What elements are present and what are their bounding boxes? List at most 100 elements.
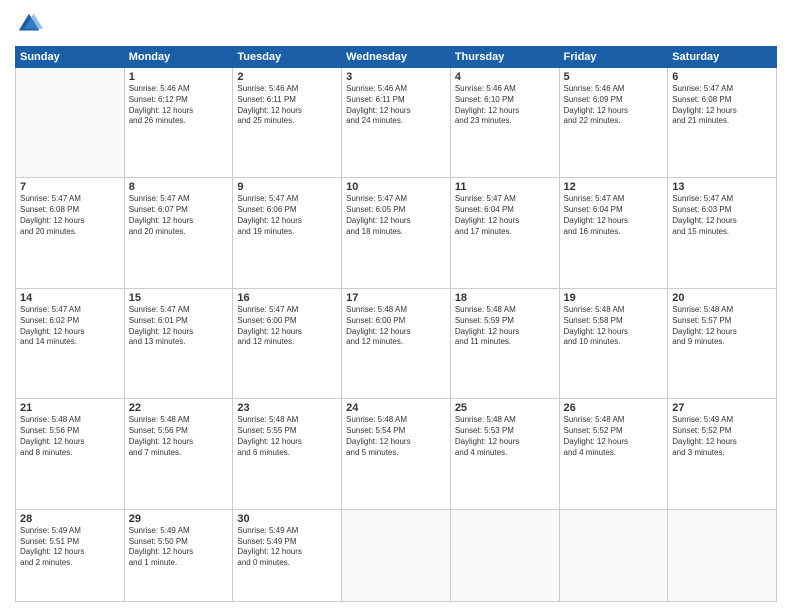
logo-icon xyxy=(15,10,43,38)
day-number: 1 xyxy=(129,71,229,83)
calendar-cell: 14Sunrise: 5:47 AM Sunset: 6:02 PM Dayli… xyxy=(16,288,125,398)
cell-sun-info: Sunrise: 5:47 AM Sunset: 6:00 PM Dayligh… xyxy=(237,305,337,348)
calendar-cell: 12Sunrise: 5:47 AM Sunset: 6:04 PM Dayli… xyxy=(559,178,668,288)
day-number: 7 xyxy=(20,181,120,193)
header xyxy=(15,10,777,38)
day-number: 13 xyxy=(672,181,772,193)
day-number: 2 xyxy=(237,71,337,83)
day-number: 17 xyxy=(346,292,446,304)
weekday-header: Sunday xyxy=(16,47,125,68)
day-number: 8 xyxy=(129,181,229,193)
calendar-cell: 18Sunrise: 5:48 AM Sunset: 5:59 PM Dayli… xyxy=(450,288,559,398)
calendar-cell xyxy=(342,509,451,601)
day-number: 3 xyxy=(346,71,446,83)
weekday-header: Tuesday xyxy=(233,47,342,68)
cell-sun-info: Sunrise: 5:49 AM Sunset: 5:49 PM Dayligh… xyxy=(237,526,337,569)
cell-sun-info: Sunrise: 5:47 AM Sunset: 6:06 PM Dayligh… xyxy=(237,194,337,237)
calendar-cell xyxy=(16,68,125,178)
cell-sun-info: Sunrise: 5:49 AM Sunset: 5:52 PM Dayligh… xyxy=(672,415,772,458)
calendar-cell: 1Sunrise: 5:46 AM Sunset: 6:12 PM Daylig… xyxy=(124,68,233,178)
cell-sun-info: Sunrise: 5:47 AM Sunset: 6:08 PM Dayligh… xyxy=(20,194,120,237)
cell-sun-info: Sunrise: 5:47 AM Sunset: 6:01 PM Dayligh… xyxy=(129,305,229,348)
calendar-cell: 28Sunrise: 5:49 AM Sunset: 5:51 PM Dayli… xyxy=(16,509,125,601)
day-number: 28 xyxy=(20,513,120,525)
calendar-cell: 10Sunrise: 5:47 AM Sunset: 6:05 PM Dayli… xyxy=(342,178,451,288)
calendar-cell: 7Sunrise: 5:47 AM Sunset: 6:08 PM Daylig… xyxy=(16,178,125,288)
calendar-row: 14Sunrise: 5:47 AM Sunset: 6:02 PM Dayli… xyxy=(16,288,777,398)
cell-sun-info: Sunrise: 5:48 AM Sunset: 5:54 PM Dayligh… xyxy=(346,415,446,458)
calendar-cell: 17Sunrise: 5:48 AM Sunset: 6:00 PM Dayli… xyxy=(342,288,451,398)
cell-sun-info: Sunrise: 5:48 AM Sunset: 6:00 PM Dayligh… xyxy=(346,305,446,348)
weekday-header: Wednesday xyxy=(342,47,451,68)
calendar-cell: 22Sunrise: 5:48 AM Sunset: 5:56 PM Dayli… xyxy=(124,399,233,509)
day-number: 24 xyxy=(346,402,446,414)
calendar-cell: 4Sunrise: 5:46 AM Sunset: 6:10 PM Daylig… xyxy=(450,68,559,178)
day-number: 9 xyxy=(237,181,337,193)
page: SundayMondayTuesdayWednesdayThursdayFrid… xyxy=(0,0,792,612)
cell-sun-info: Sunrise: 5:48 AM Sunset: 5:56 PM Dayligh… xyxy=(20,415,120,458)
calendar-row: 28Sunrise: 5:49 AM Sunset: 5:51 PM Dayli… xyxy=(16,509,777,601)
cell-sun-info: Sunrise: 5:47 AM Sunset: 6:05 PM Dayligh… xyxy=(346,194,446,237)
cell-sun-info: Sunrise: 5:48 AM Sunset: 5:52 PM Dayligh… xyxy=(564,415,664,458)
day-number: 12 xyxy=(564,181,664,193)
calendar-cell xyxy=(450,509,559,601)
calendar-cell: 11Sunrise: 5:47 AM Sunset: 6:04 PM Dayli… xyxy=(450,178,559,288)
calendar-cell xyxy=(668,509,777,601)
day-number: 25 xyxy=(455,402,555,414)
day-number: 15 xyxy=(129,292,229,304)
day-number: 10 xyxy=(346,181,446,193)
cell-sun-info: Sunrise: 5:48 AM Sunset: 5:58 PM Dayligh… xyxy=(564,305,664,348)
calendar-table: SundayMondayTuesdayWednesdayThursdayFrid… xyxy=(15,46,777,602)
day-number: 4 xyxy=(455,71,555,83)
day-number: 29 xyxy=(129,513,229,525)
calendar-cell: 26Sunrise: 5:48 AM Sunset: 5:52 PM Dayli… xyxy=(559,399,668,509)
cell-sun-info: Sunrise: 5:47 AM Sunset: 6:02 PM Dayligh… xyxy=(20,305,120,348)
calendar-cell: 13Sunrise: 5:47 AM Sunset: 6:03 PM Dayli… xyxy=(668,178,777,288)
calendar-cell: 23Sunrise: 5:48 AM Sunset: 5:55 PM Dayli… xyxy=(233,399,342,509)
weekday-header: Friday xyxy=(559,47,668,68)
calendar-cell: 6Sunrise: 5:47 AM Sunset: 6:08 PM Daylig… xyxy=(668,68,777,178)
calendar-cell: 30Sunrise: 5:49 AM Sunset: 5:49 PM Dayli… xyxy=(233,509,342,601)
day-number: 11 xyxy=(455,181,555,193)
day-number: 19 xyxy=(564,292,664,304)
calendar-cell: 29Sunrise: 5:49 AM Sunset: 5:50 PM Dayli… xyxy=(124,509,233,601)
calendar-cell: 27Sunrise: 5:49 AM Sunset: 5:52 PM Dayli… xyxy=(668,399,777,509)
cell-sun-info: Sunrise: 5:48 AM Sunset: 5:56 PM Dayligh… xyxy=(129,415,229,458)
cell-sun-info: Sunrise: 5:46 AM Sunset: 6:12 PM Dayligh… xyxy=(129,84,229,127)
day-number: 23 xyxy=(237,402,337,414)
cell-sun-info: Sunrise: 5:46 AM Sunset: 6:10 PM Dayligh… xyxy=(455,84,555,127)
cell-sun-info: Sunrise: 5:47 AM Sunset: 6:08 PM Dayligh… xyxy=(672,84,772,127)
calendar-cell: 2Sunrise: 5:46 AM Sunset: 6:11 PM Daylig… xyxy=(233,68,342,178)
day-number: 5 xyxy=(564,71,664,83)
logo xyxy=(15,10,47,38)
cell-sun-info: Sunrise: 5:47 AM Sunset: 6:03 PM Dayligh… xyxy=(672,194,772,237)
day-number: 21 xyxy=(20,402,120,414)
day-number: 30 xyxy=(237,513,337,525)
calendar-cell: 24Sunrise: 5:48 AM Sunset: 5:54 PM Dayli… xyxy=(342,399,451,509)
cell-sun-info: Sunrise: 5:46 AM Sunset: 6:09 PM Dayligh… xyxy=(564,84,664,127)
calendar-cell: 15Sunrise: 5:47 AM Sunset: 6:01 PM Dayli… xyxy=(124,288,233,398)
calendar-cell: 16Sunrise: 5:47 AM Sunset: 6:00 PM Dayli… xyxy=(233,288,342,398)
day-number: 20 xyxy=(672,292,772,304)
weekday-header: Thursday xyxy=(450,47,559,68)
weekday-header: Monday xyxy=(124,47,233,68)
calendar-cell: 19Sunrise: 5:48 AM Sunset: 5:58 PM Dayli… xyxy=(559,288,668,398)
calendar-cell: 21Sunrise: 5:48 AM Sunset: 5:56 PM Dayli… xyxy=(16,399,125,509)
calendar-cell xyxy=(559,509,668,601)
day-number: 26 xyxy=(564,402,664,414)
calendar-header-row: SundayMondayTuesdayWednesdayThursdayFrid… xyxy=(16,47,777,68)
calendar-row: 1Sunrise: 5:46 AM Sunset: 6:12 PM Daylig… xyxy=(16,68,777,178)
cell-sun-info: Sunrise: 5:48 AM Sunset: 5:55 PM Dayligh… xyxy=(237,415,337,458)
day-number: 6 xyxy=(672,71,772,83)
cell-sun-info: Sunrise: 5:49 AM Sunset: 5:51 PM Dayligh… xyxy=(20,526,120,569)
cell-sun-info: Sunrise: 5:46 AM Sunset: 6:11 PM Dayligh… xyxy=(237,84,337,127)
calendar-cell: 5Sunrise: 5:46 AM Sunset: 6:09 PM Daylig… xyxy=(559,68,668,178)
cell-sun-info: Sunrise: 5:47 AM Sunset: 6:04 PM Dayligh… xyxy=(455,194,555,237)
calendar-row: 21Sunrise: 5:48 AM Sunset: 5:56 PM Dayli… xyxy=(16,399,777,509)
day-number: 18 xyxy=(455,292,555,304)
calendar-cell: 8Sunrise: 5:47 AM Sunset: 6:07 PM Daylig… xyxy=(124,178,233,288)
cell-sun-info: Sunrise: 5:48 AM Sunset: 5:53 PM Dayligh… xyxy=(455,415,555,458)
cell-sun-info: Sunrise: 5:47 AM Sunset: 6:07 PM Dayligh… xyxy=(129,194,229,237)
cell-sun-info: Sunrise: 5:49 AM Sunset: 5:50 PM Dayligh… xyxy=(129,526,229,569)
day-number: 22 xyxy=(129,402,229,414)
